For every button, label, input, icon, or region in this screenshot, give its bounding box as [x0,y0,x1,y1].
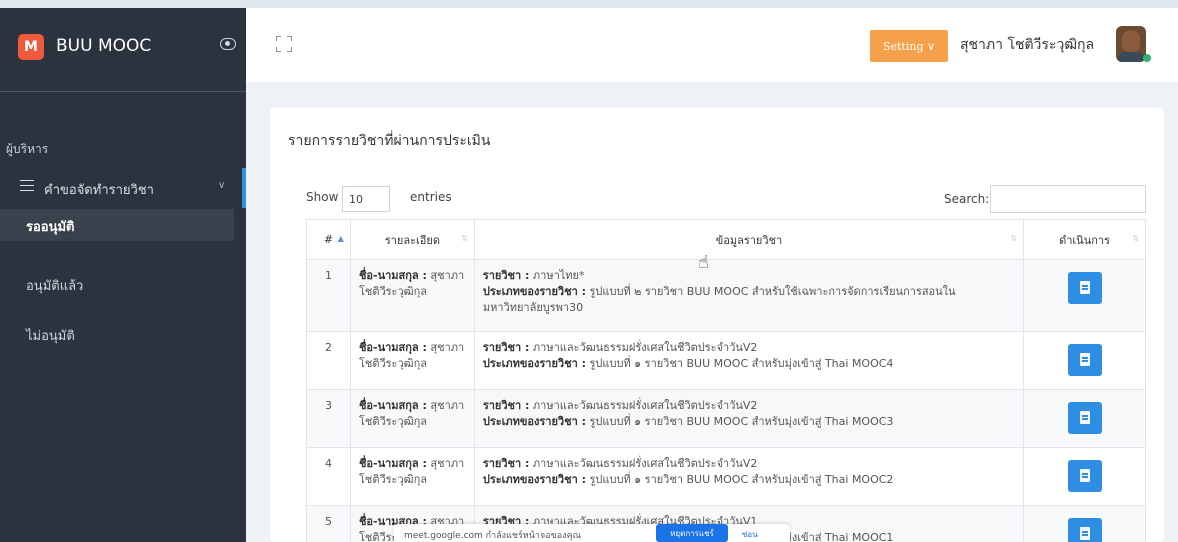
document-action-button[interactable] [1067,344,1102,376]
row-number: 2 [306,331,351,390]
page-title: รายการรายวิชาที่ผ่านการประเมิน [288,133,491,149]
column-header-number[interactable]: # ▲ [306,219,351,260]
document-action-button[interactable] [1067,272,1102,304]
row-number: 1 [306,259,351,332]
table-row: 4 ชื่อ-นามสกุล : สุชาภา โชติวีระวุฒิกุล … [306,447,1146,506]
sidebar-item-pending[interactable]: รออนุมัติ [0,209,234,241]
sidebar-section-label: ผู้บริหาร [6,142,49,156]
entries-per-page-select[interactable]: 10 [342,186,390,212]
course-table: # ▲ รายละเอียด ⇅ ข้อมูลรายวิชา ⇅ ดำเนินการ ⇅… [306,219,1146,542]
hide-bar-link[interactable]: ซ่อน [742,528,758,541]
sidebar-toggle-icon[interactable] [220,38,236,50]
sidebar-item-label: อนุมัติแล้ว [26,279,84,294]
sidebar: M BUU MOOC ผู้บริหาร คำขอจัดทำรายวิชา ∨ … [0,8,246,542]
sort-icon: ⇅ [1010,234,1018,243]
document-action-button[interactable] [1067,460,1102,492]
column-header-course-info[interactable]: ข้อมูลรายวิชา ⇅ [473,219,1025,260]
column-header-action[interactable]: ดำเนินการ ⇅ [1023,219,1146,260]
sidebar-item-rejected[interactable]: ไม่อนุมัติ [0,318,234,350]
active-indicator [242,168,246,208]
sidebar-item-course-requests[interactable]: คำขอจัดทำรายวิชา ∨ [0,168,246,208]
screen-share-text: meet.google.com กำลังแชร์หน้าจอของคุณ [404,531,581,541]
row-course-info: รายวิชา : ภาษาและวัฒนธรรมฝรั่งเศสในชีวิต… [473,331,1025,390]
user-name[interactable]: สุชาภา โชติวีระวุฒิกุล [960,34,1094,56]
brand-name[interactable]: BUU MOOC [56,36,151,56]
screen-share-bar: meet.google.com กำลังแชร์หน้าจอของคุณ หย… [394,524,790,542]
document-action-button[interactable] [1067,518,1102,542]
row-course-info: รายวิชา : ภาษาและวัฒนธรรมฝรั่งเศสในชีวิต… [473,389,1025,448]
sidebar-item-approved[interactable]: อนุมัติแล้ว [0,268,234,300]
online-status-icon [1143,54,1151,62]
row-number: 3 [306,389,351,448]
row-detail: ชื่อ-นามสกุล : สุชาภา โชติวีระวุฒิกุล [349,447,475,506]
table-row: 1 ชื่อ-นามสกุล : สุชาภา โชติวีระวุฒิกุล … [306,259,1146,332]
row-number: 4 [306,447,351,506]
fullscreen-icon[interactable] [276,36,292,52]
entries-label: entries [410,190,452,204]
row-detail: ชื่อ-นามสกุล : สุชาภา โชติวีระวุฒิกุล [349,331,475,390]
column-header-detail[interactable]: รายละเอียด ⇅ [349,219,475,260]
brand-header: M BUU MOOC [0,8,246,92]
table-row: 3 ชื่อ-นามสกุล : สุชาภา โชติวีระวุฒิกุล … [306,389,1146,448]
menu-icon [20,180,34,191]
row-detail: ชื่อ-นามสกุล : สุชาภา โชติวีระวุฒิกุล [349,259,475,332]
avatar[interactable] [1116,26,1146,62]
table-row: 2 ชื่อ-นามสกุล : สุชาภา โชติวีระวุฒิกุล … [306,331,1146,390]
show-label: Show [306,190,339,204]
sort-icon: ⇅ [1132,234,1139,243]
top-accent-line [0,0,1178,8]
chevron-down-icon: ∨ [218,180,226,191]
cursor-hand-icon: ☝ [698,252,709,273]
sort-asc-icon: ▲ [337,234,344,243]
topbar: Setting ∨ สุชาภา โชติวีระวุฒิกุล [246,8,1178,82]
search-label: Search: [944,192,990,206]
document-action-button[interactable] [1067,402,1102,434]
sidebar-item-label: คำขอจัดทำรายวิชา [44,183,154,198]
setting-button[interactable]: Setting ∨ [870,30,948,62]
cursor-hand-icon: ☝ [62,224,73,245]
stop-sharing-button[interactable]: หยุดการแชร์ [656,524,728,542]
row-course-info: รายวิชา : ภาษาไทย* ประเภทของรายวิชา : รูป… [473,259,1025,332]
brand-logo-icon[interactable]: M [18,34,44,60]
row-number: 5 [306,505,351,542]
course-list-card: รายการรายวิชาที่ผ่านการประเมิน Show 10 e… [270,108,1164,542]
sidebar-item-label: ไม่อนุมัติ [26,329,75,344]
row-detail: ชื่อ-นามสกุล : สุชาภา โชติวีระวุฒิกุล [349,389,475,448]
sort-icon: ⇅ [461,234,468,243]
row-course-info: รายวิชา : ภาษาและวัฒนธรรมฝรั่งเศสในชีวิต… [473,447,1025,506]
search-input[interactable] [990,185,1146,213]
